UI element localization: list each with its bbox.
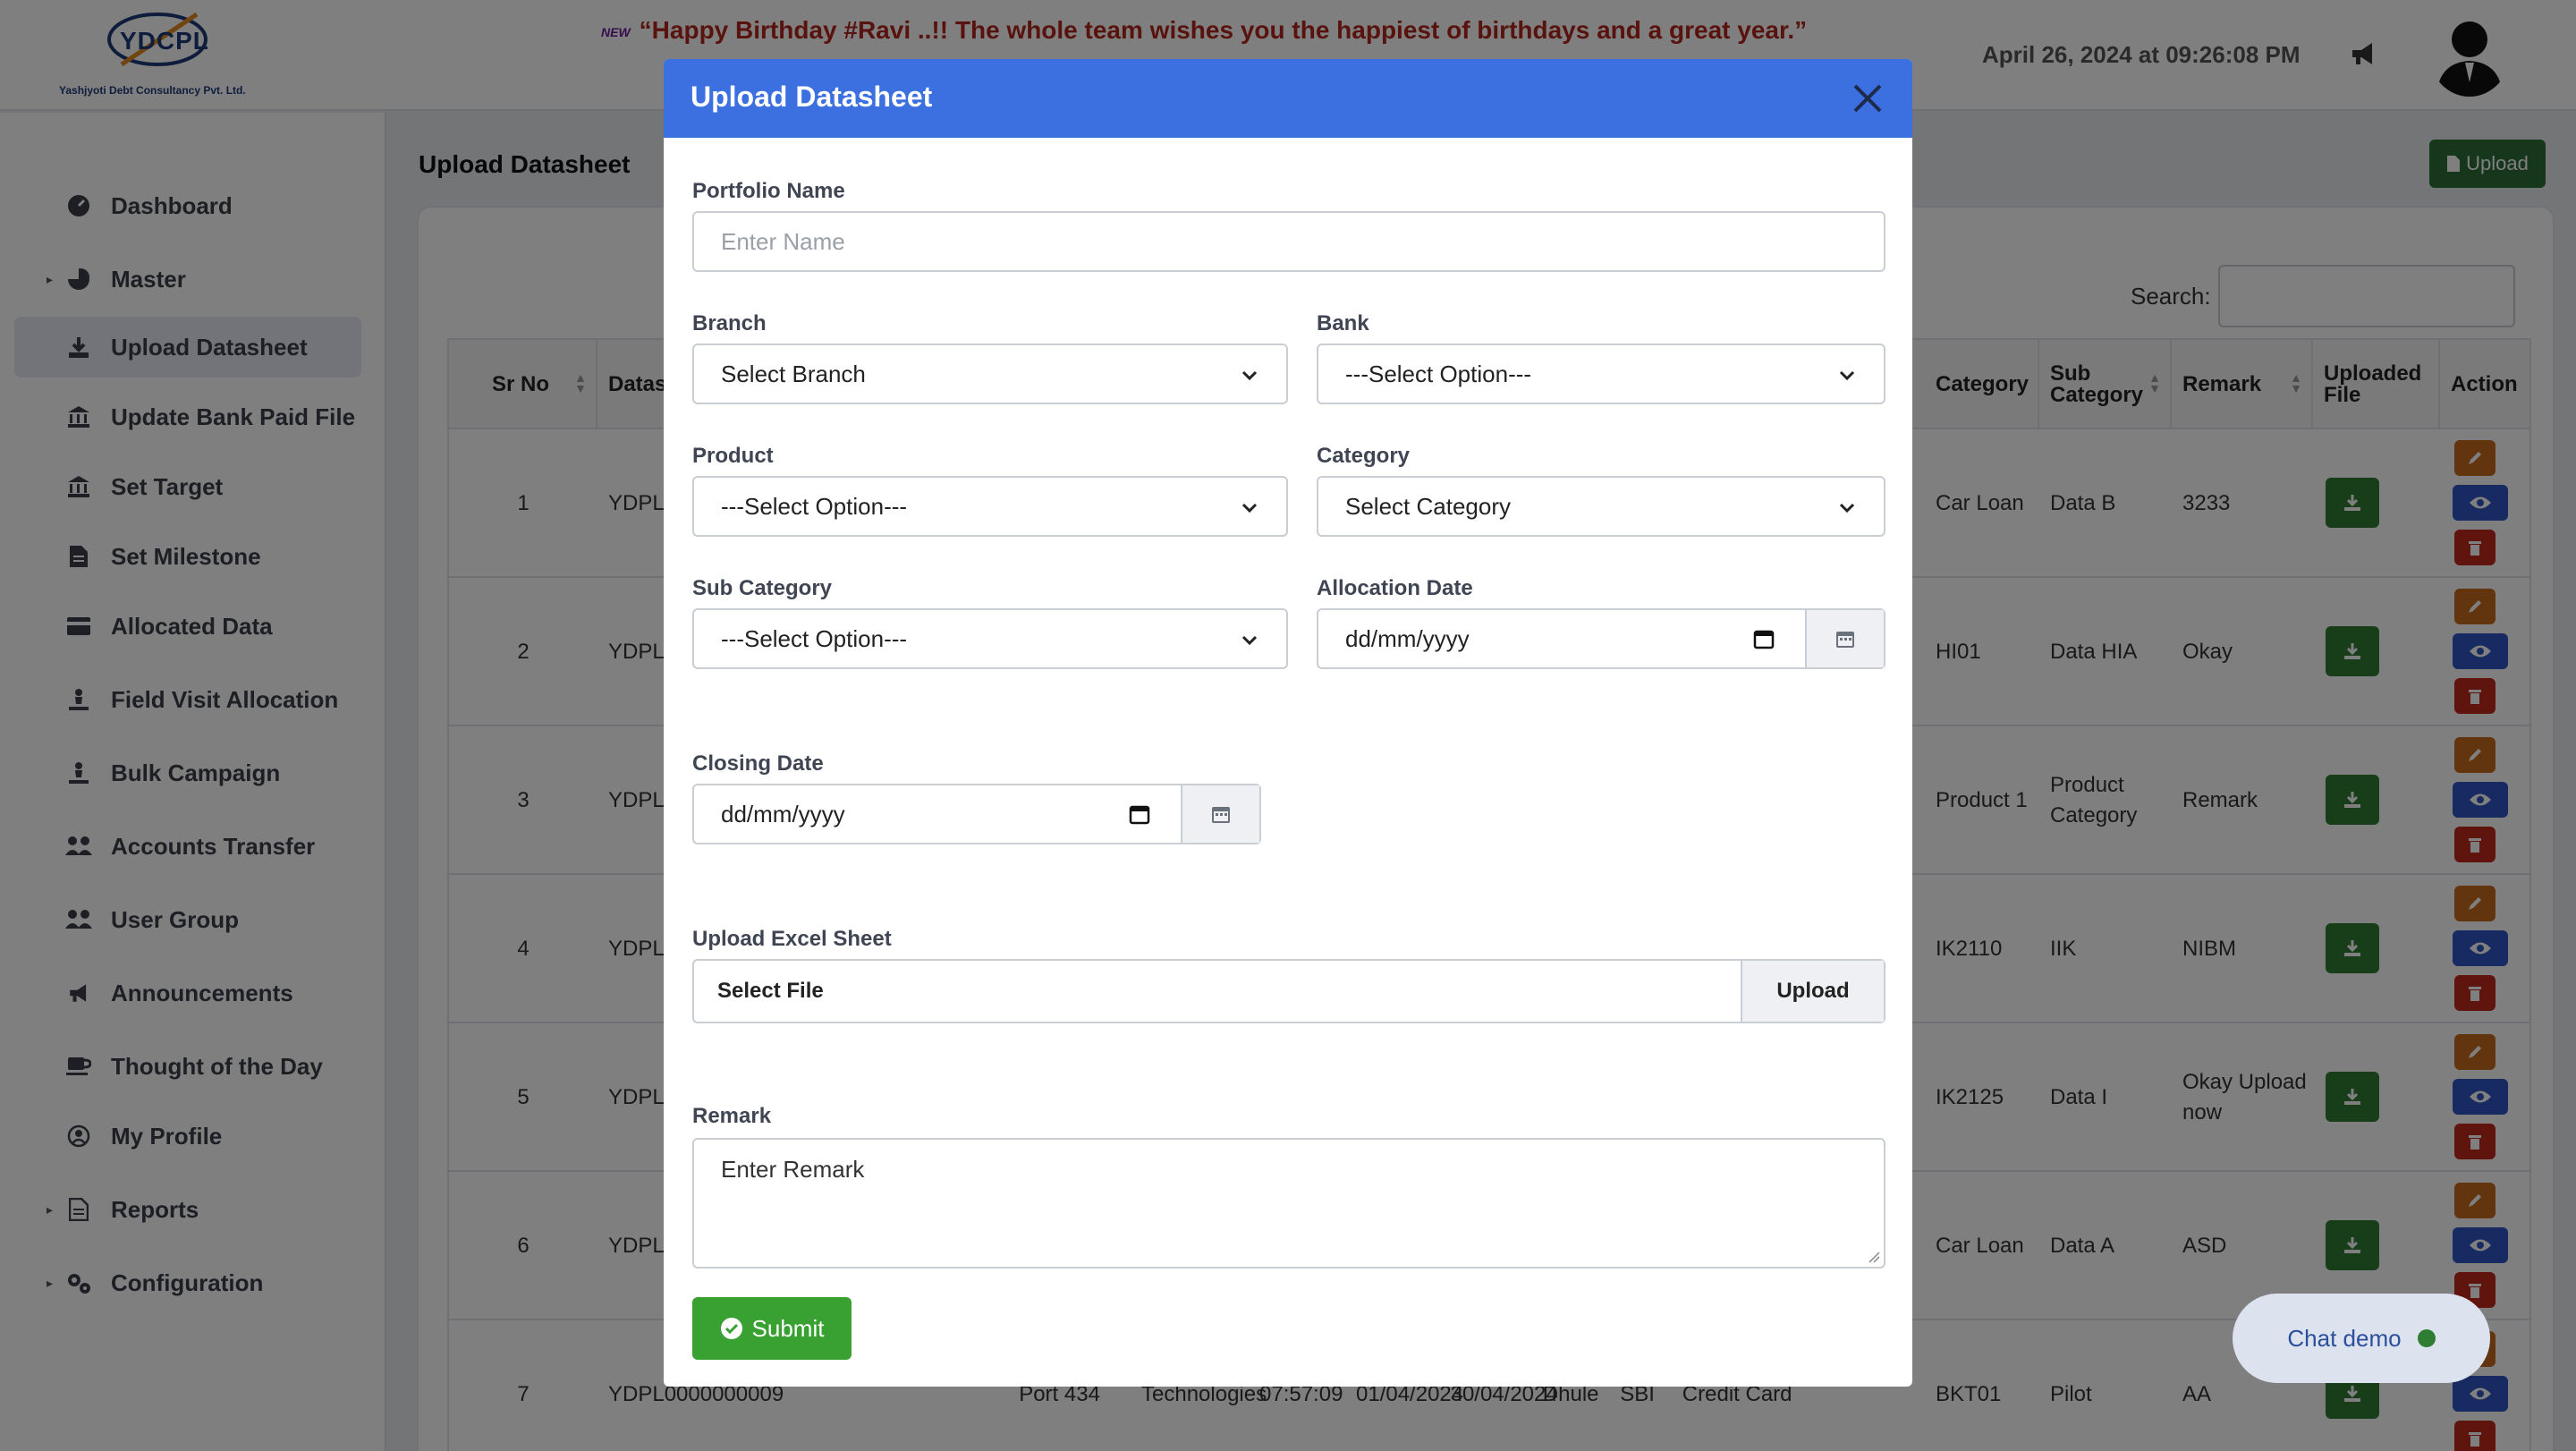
bank-label: Bank — [1317, 311, 1369, 335]
closing-date-input[interactable]: dd/mm/yyyy — [692, 784, 1261, 844]
close-icon[interactable] — [1848, 79, 1887, 118]
chevron-down-icon — [1839, 503, 1855, 513]
remark-textarea[interactable]: Enter Remark — [692, 1138, 1885, 1269]
allocation-date-input[interactable]: dd/mm/yyyy — [1317, 608, 1885, 669]
chevron-down-icon — [1241, 503, 1258, 513]
check-circle-icon — [720, 1318, 742, 1339]
bank-select[interactable]: ---Select Option--- — [1317, 344, 1885, 404]
chat-label: Chat demo — [2287, 1324, 2402, 1352]
upload-datasheet-modal: Upload Datasheet Portfolio Name Enter Na… — [664, 59, 1912, 1387]
allocation-date-label: Allocation Date — [1317, 576, 1473, 600]
date-picker-icon[interactable] — [1129, 803, 1150, 825]
category-select[interactable]: Select Category — [1317, 476, 1885, 537]
closing-date-label: Closing Date — [692, 751, 824, 776]
chat-widget[interactable]: Chat demo — [2233, 1294, 2490, 1383]
chevron-down-icon — [1839, 370, 1855, 381]
portfolio-name-label: Portfolio Name — [692, 179, 845, 203]
product-select-value: ---Select Option--- — [721, 492, 908, 520]
calendar-addon[interactable] — [1805, 610, 1884, 667]
excel-file-input[interactable]: Select File Upload — [692, 959, 1885, 1023]
branch-select[interactable]: Select Branch — [692, 344, 1288, 404]
calendar-icon — [1212, 807, 1230, 823]
allocation-date-value: dd/mm/yyyy — [1345, 624, 1470, 652]
chevron-down-icon — [1241, 635, 1258, 646]
branch-select-value: Select Branch — [721, 360, 866, 387]
submit-button[interactable]: Submit — [692, 1297, 852, 1360]
calendar-icon — [1836, 632, 1854, 648]
upload-excel-label: Upload Excel Sheet — [692, 927, 892, 951]
chevron-down-icon — [1241, 370, 1258, 381]
calendar-addon[interactable] — [1181, 785, 1259, 843]
date-picker-icon[interactable] — [1753, 628, 1775, 649]
closing-date-value: dd/mm/yyyy — [721, 800, 845, 827]
file-upload-button[interactable]: Upload — [1741, 961, 1884, 1022]
select-file-label: Select File — [717, 979, 824, 1003]
remark-placeholder: Enter Remark — [721, 1156, 865, 1183]
bank-select-value: ---Select Option--- — [1345, 360, 1532, 387]
category-label: Category — [1317, 444, 1411, 468]
portfolio-name-input[interactable]: Enter Name — [692, 211, 1885, 272]
category-select-value: Select Category — [1345, 492, 1511, 520]
product-select[interactable]: ---Select Option--- — [692, 476, 1288, 537]
online-status-dot — [2417, 1329, 2436, 1347]
sub-category-select[interactable]: ---Select Option--- — [692, 608, 1288, 669]
modal-header: Upload Datasheet — [664, 59, 1912, 138]
resize-grip-icon[interactable] — [1868, 1251, 1880, 1263]
product-label: Product — [692, 444, 774, 468]
sub-category-label: Sub Category — [692, 576, 833, 600]
modal-title: Upload Datasheet — [691, 81, 933, 113]
submit-label: Submit — [751, 1314, 825, 1342]
branch-label: Branch — [692, 311, 767, 335]
sub-category-select-value: ---Select Option--- — [721, 624, 908, 652]
remark-label: Remark — [692, 1104, 772, 1128]
